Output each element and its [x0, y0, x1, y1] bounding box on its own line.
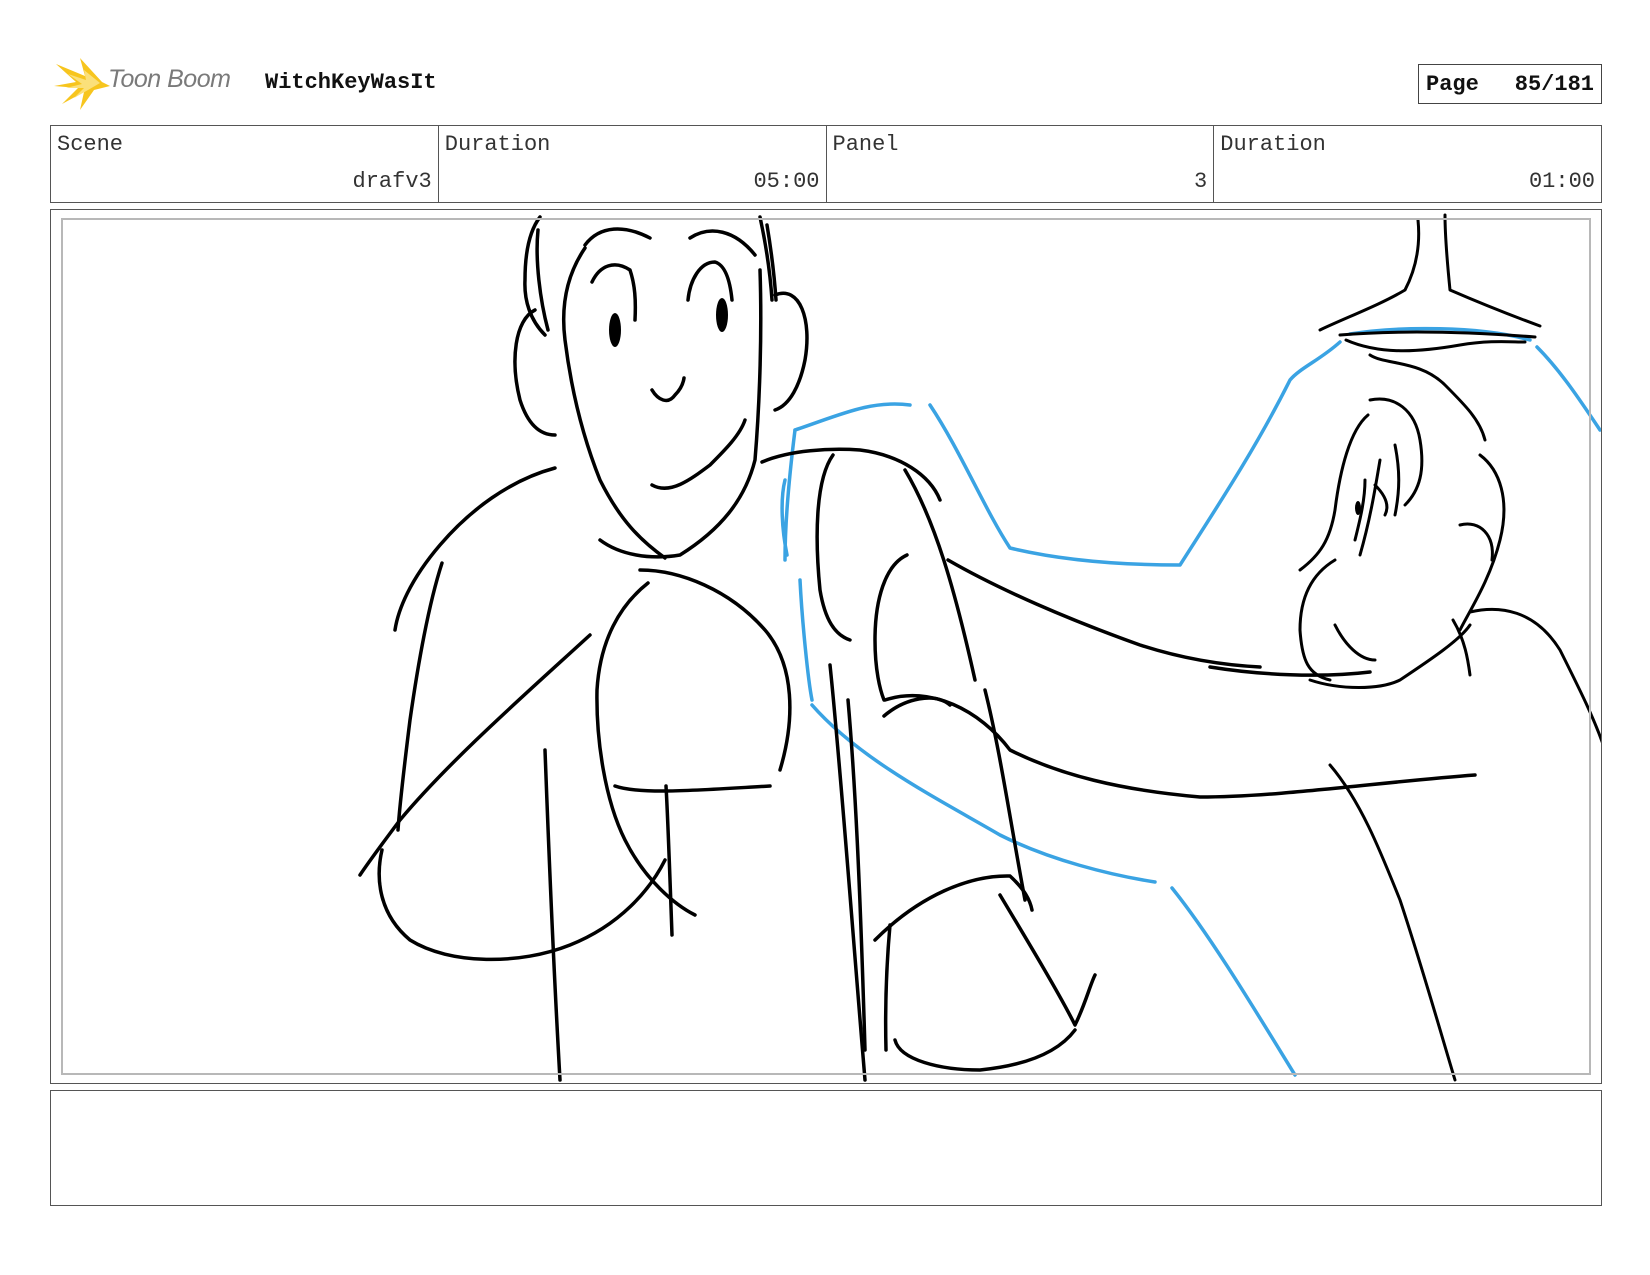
opponent-figure — [1298, 213, 1601, 1082]
panel-sketch — [358, 213, 1601, 1082]
panel-notes-box[interactable] — [50, 1090, 1602, 1206]
boxer-figure — [358, 215, 1477, 1082]
